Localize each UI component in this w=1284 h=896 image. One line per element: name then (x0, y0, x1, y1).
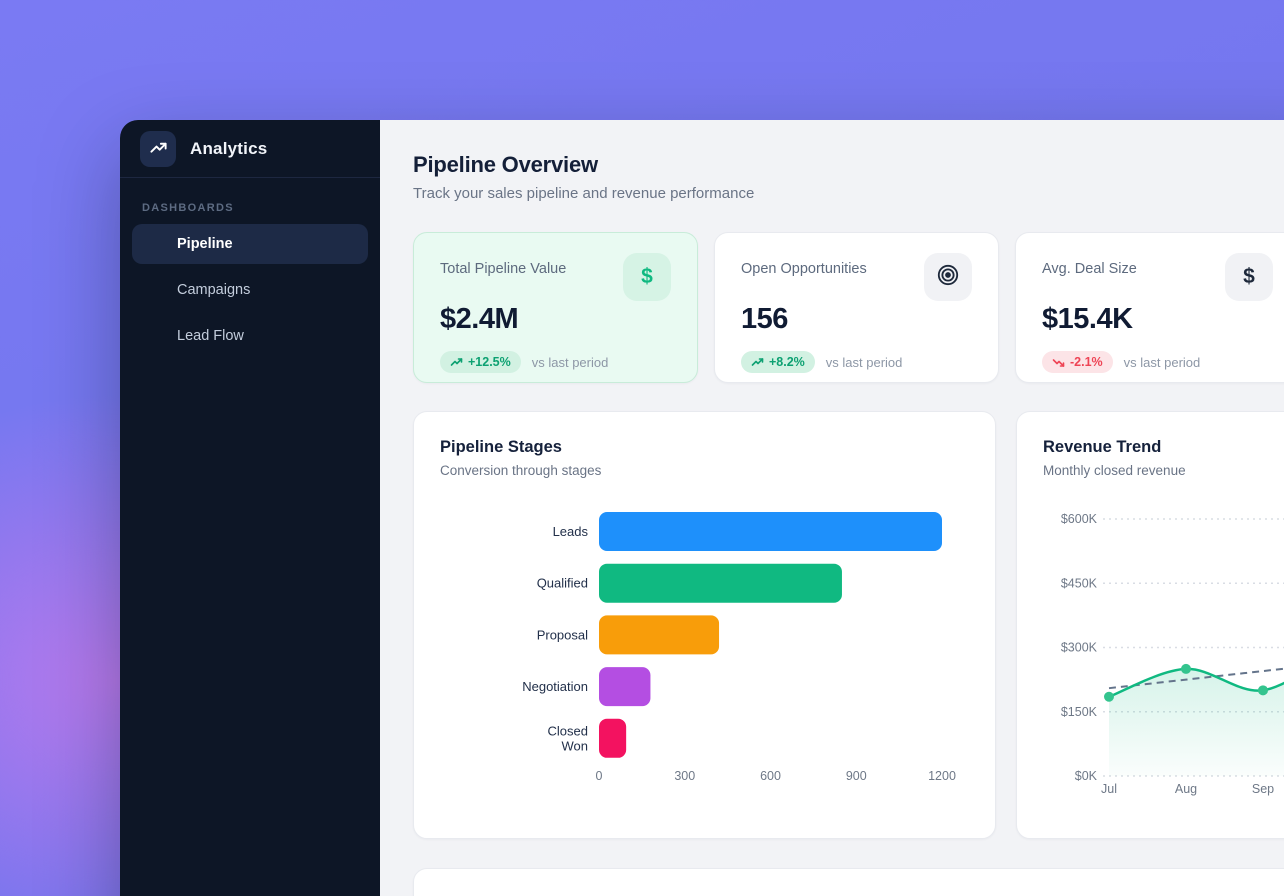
trending-up-icon (140, 131, 176, 167)
kpi-icon: $ (924, 253, 972, 301)
chart-title: Revenue Trend (1043, 438, 1284, 457)
svg-text:900: 900 (846, 769, 867, 783)
kpi-icon: $ (623, 253, 671, 301)
compare-label: vs last period (532, 355, 609, 370)
kpi-row: Total Pipeline Value $ $2.4M (413, 232, 1284, 383)
kpi-value: 156 (741, 303, 972, 336)
route-icon (147, 234, 164, 255)
bar-chart-icon (147, 280, 164, 301)
delta-value: +8.2% (769, 355, 805, 369)
svg-text:0: 0 (596, 769, 603, 783)
kpi-label: Open Opportunities (741, 257, 867, 277)
sidebar-item-label: Pipeline (177, 236, 233, 252)
svg-text:Leads: Leads (553, 524, 589, 539)
sidebar-item-label: Lead Flow (177, 328, 244, 344)
delta-badge: +12.5% (440, 351, 521, 373)
revenue-trend-card: Revenue Trend Monthly closed revenue $0K… (1016, 411, 1284, 839)
page-subtitle: Track your sales pipeline and revenue pe… (413, 185, 1284, 202)
dollar-icon: $ (1243, 265, 1255, 289)
svg-text:$450K: $450K (1061, 576, 1098, 590)
app-window: Analytics DASHBOARDS Pipeline (120, 120, 1284, 896)
bottom-card (413, 868, 1284, 896)
svg-text:300: 300 (674, 769, 695, 783)
sidebar-item-label: Campaigns (177, 282, 250, 298)
sidebar-nav: Pipeline Campaigns Lead Flow (120, 224, 380, 356)
sidebar: Analytics DASHBOARDS Pipeline (120, 120, 380, 896)
sidebar-item-lead-flow[interactable]: Lead Flow (132, 316, 368, 356)
trending-up-icon (450, 356, 463, 369)
pipeline-stages-card: Pipeline Stages Conversion through stage… (413, 411, 996, 839)
svg-text:$0K: $0K (1075, 769, 1098, 783)
sidebar-item-campaigns[interactable]: Campaigns (132, 270, 368, 310)
delta-badge: +8.2% (741, 351, 815, 373)
app-name: Analytics (190, 139, 267, 159)
target-icon (935, 262, 961, 293)
trending-up-icon (751, 356, 764, 369)
kpi-label: Avg. Deal Size (1042, 257, 1137, 277)
delta-value: -2.1% (1070, 355, 1103, 369)
svg-text:Sep: Sep (1252, 782, 1274, 796)
page-title: Pipeline Overview (413, 152, 1284, 178)
kpi-card-open-opportunities: Open Opportunities $ 156 (714, 232, 999, 383)
delta-value: +12.5% (468, 355, 511, 369)
svg-text:1200: 1200 (928, 769, 956, 783)
kpi-value: $15.4K (1042, 303, 1273, 336)
app-logo: Analytics (120, 120, 380, 178)
sidebar-section-label: DASHBOARDS (142, 202, 358, 214)
kpi-value: $2.4M (440, 303, 671, 336)
svg-text:Negotiation: Negotiation (522, 679, 588, 694)
users-icon (147, 326, 164, 347)
compare-label: vs last period (1124, 355, 1201, 370)
delta-badge: -2.1% (1042, 351, 1113, 373)
svg-text:Jul: Jul (1101, 782, 1117, 796)
dollar-icon: $ (641, 265, 653, 289)
kpi-card-total-pipeline-value: Total Pipeline Value $ $2.4M (413, 232, 698, 383)
svg-text:ClosedWon: ClosedWon (548, 723, 588, 753)
main-content: Pipeline Overview Track your sales pipel… (380, 120, 1284, 896)
kpi-icon: $ (1225, 253, 1273, 301)
svg-text:$600K: $600K (1061, 512, 1098, 526)
svg-text:Proposal: Proposal (537, 627, 588, 642)
trending-down-icon (1052, 356, 1065, 369)
svg-text:Qualified: Qualified (537, 576, 588, 591)
kpi-card-avg-deal-size: Avg. Deal Size $ $15.4K (1015, 232, 1284, 383)
compare-label: vs last period (826, 355, 903, 370)
kpi-label: Total Pipeline Value (440, 257, 566, 277)
chart-subtitle: Monthly closed revenue (1043, 463, 1284, 478)
svg-text:$300K: $300K (1061, 641, 1098, 655)
svg-text:Aug: Aug (1175, 782, 1197, 796)
svg-text:$150K: $150K (1061, 705, 1098, 719)
chart-subtitle: Conversion through stages (440, 463, 969, 478)
chart-title: Pipeline Stages (440, 438, 969, 457)
sidebar-item-pipeline[interactable]: Pipeline (132, 224, 368, 264)
pipeline-stages-chart: Leads Qualified Proposal Negotiation ClosedW… (440, 496, 971, 796)
svg-text:600: 600 (760, 769, 781, 783)
